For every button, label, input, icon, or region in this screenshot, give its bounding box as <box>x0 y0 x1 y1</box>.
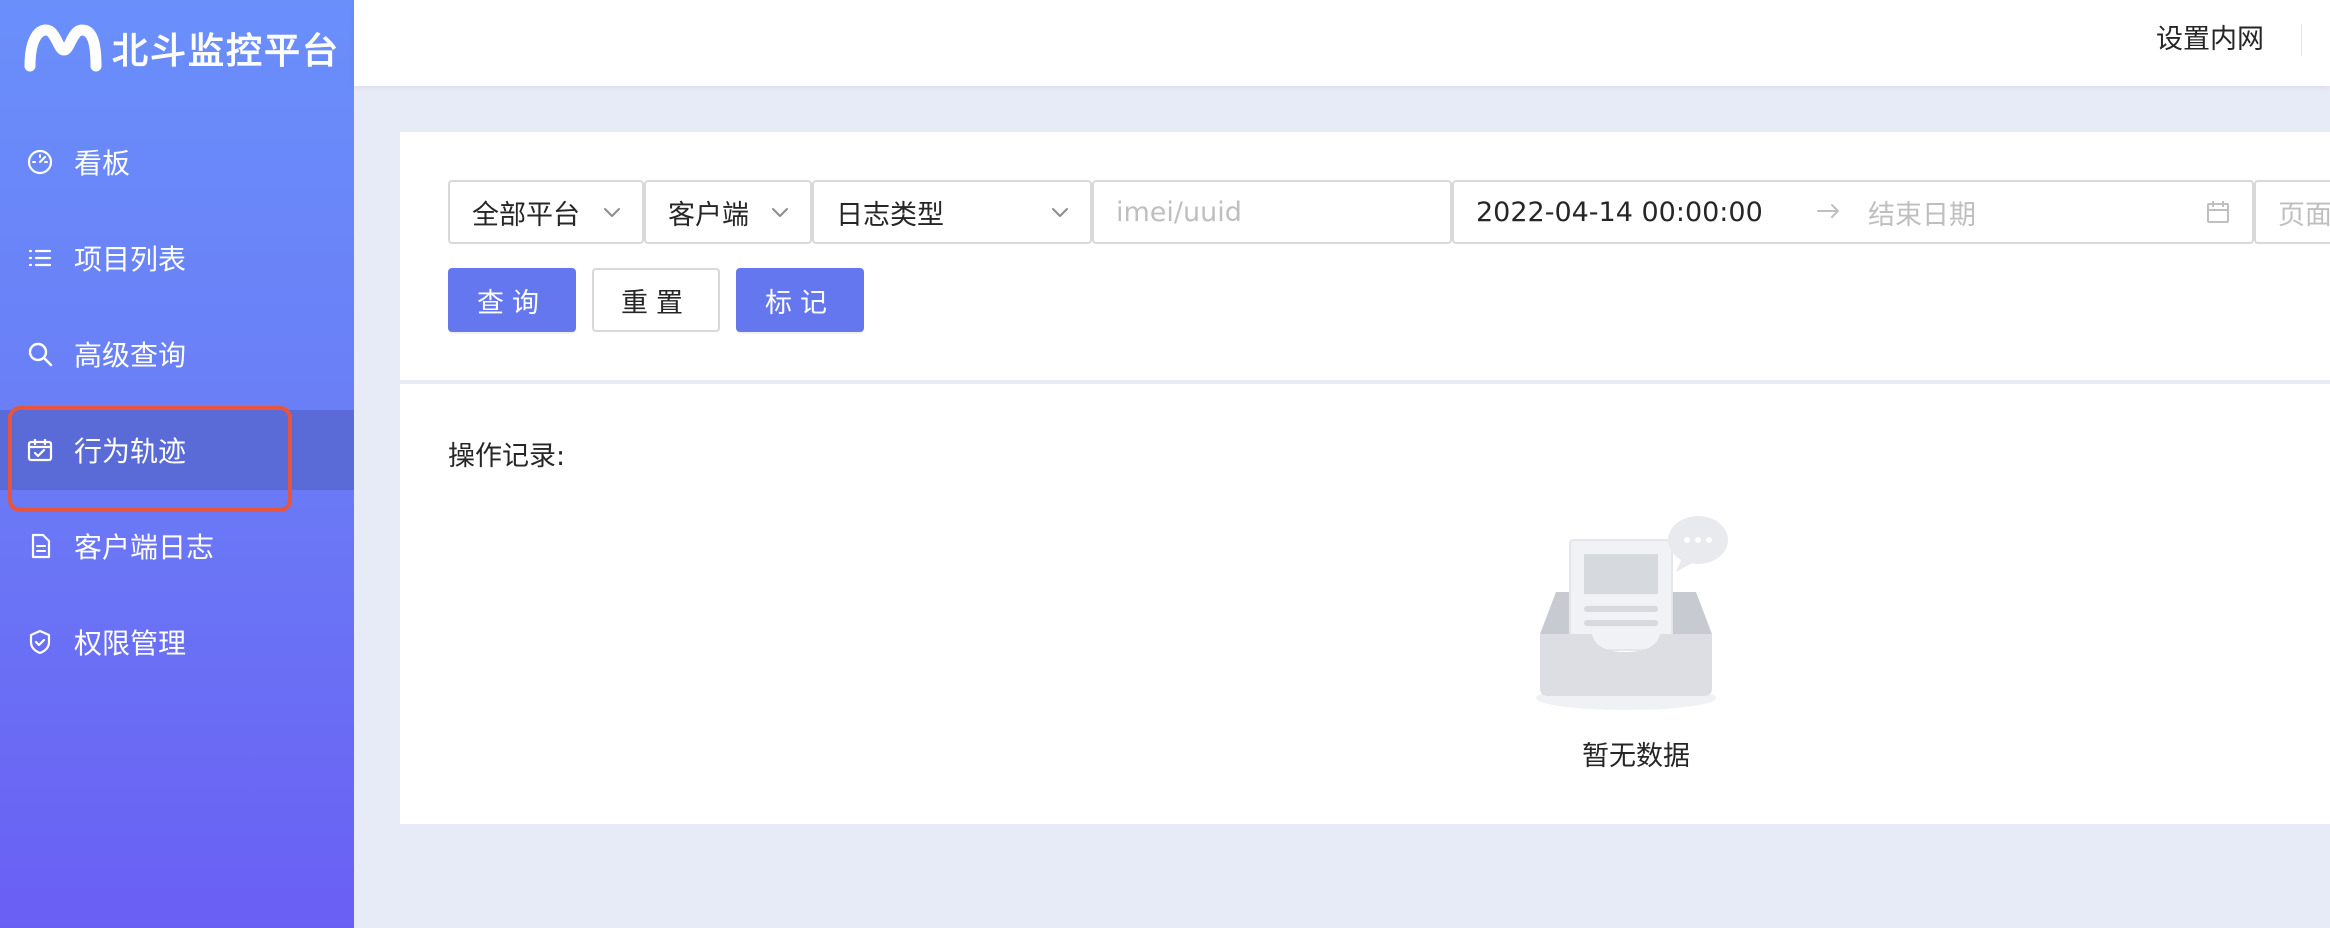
log-type-select[interactable]: 日志类型 <box>812 180 1092 244</box>
sidebar-item-dashboard[interactable]: 看板 <box>0 122 354 202</box>
sidebar-item-project-list[interactable]: 项目列表 <box>0 218 354 298</box>
sidebar-item-label: 权限管理 <box>74 627 187 660</box>
app-title: 北斗监控平台 <box>112 31 341 72</box>
records-title: 操作记录: <box>448 441 566 472</box>
date-end-placeholder[interactable]: 结束日期 <box>1868 193 1976 232</box>
sidebar-item-client-log[interactable]: 客户端日志 <box>0 506 354 586</box>
empty-inbox-icon <box>1536 516 1728 710</box>
log-type-select-value: 日志类型 <box>836 199 944 231</box>
sidebar-item-label: 客户端日志 <box>74 531 215 564</box>
reset-button[interactable]: 重置 <box>592 268 720 332</box>
chevron-down-icon <box>772 208 788 217</box>
sidebar-menu: 看板 项目列表 高级查询 行为轨迹 客户端日志 权限管理 <box>0 122 354 698</box>
top-header: 设置内网 <box>354 0 2330 86</box>
sidebar-item-advanced-search[interactable]: 高级查询 <box>0 314 354 394</box>
date-range-picker[interactable]: 2022-04-14 00:00:00 结束日期 <box>1452 180 2254 244</box>
file-icon <box>26 532 54 560</box>
calendar-icon <box>2207 201 2229 223</box>
intranet-settings-link[interactable]: 设置内网 <box>2156 20 2264 60</box>
page-input-placeholder: 页面 <box>2278 199 2330 231</box>
chevron-down-icon <box>604 208 620 217</box>
sidebar-item-label: 项目列表 <box>74 243 187 276</box>
imei-input[interactable]: imei/uuid <box>1092 180 1452 244</box>
sidebar-item-behavior-track[interactable]: 行为轨迹 <box>0 410 354 490</box>
empty-text: 暂无数据 <box>1582 741 1690 772</box>
query-button[interactable]: 查询 <box>448 268 576 332</box>
sidebar: 北斗监控平台 看板 项目列表 高级查询 行为轨迹 客户端日志 权限管理 <box>0 0 354 928</box>
date-start-value[interactable]: 2022-04-14 00:00:00 <box>1476 197 1763 228</box>
imei-input-placeholder: imei/uuid <box>1116 196 1242 228</box>
empty-state: 暂无数据 <box>1516 512 1756 772</box>
filter-panel: 全部平台 客户端 日志类型 imei/uuid 2022-04-14 00:00… <box>400 132 2330 380</box>
list-icon <box>26 244 54 272</box>
logo[interactable]: 北斗监控平台 <box>24 20 340 76</box>
chevron-down-icon <box>1052 208 1068 217</box>
dashboard-icon <box>26 148 54 176</box>
records-panel: 操作记录: 暂无数据 <box>400 384 2330 824</box>
sidebar-item-label: 行为轨迹 <box>74 435 187 468</box>
sidebar-item-label: 高级查询 <box>74 339 187 372</box>
platform-select[interactable]: 全部平台 <box>448 180 644 244</box>
page-input[interactable]: 页面 <box>2254 180 2330 244</box>
search-icon <box>26 340 54 368</box>
client-select-value: 客户端 <box>668 199 749 231</box>
sidebar-item-label: 看板 <box>74 147 131 180</box>
header-divider <box>2301 24 2302 56</box>
platform-select-value: 全部平台 <box>472 199 580 231</box>
client-select[interactable]: 客户端 <box>644 180 812 244</box>
shield-icon <box>26 628 54 656</box>
calendar-check-icon <box>26 436 54 464</box>
logo-icon <box>24 24 102 72</box>
sidebar-item-permissions[interactable]: 权限管理 <box>0 602 354 682</box>
mark-button[interactable]: 标记 <box>736 268 864 332</box>
arrow-right-icon <box>1817 204 1839 218</box>
